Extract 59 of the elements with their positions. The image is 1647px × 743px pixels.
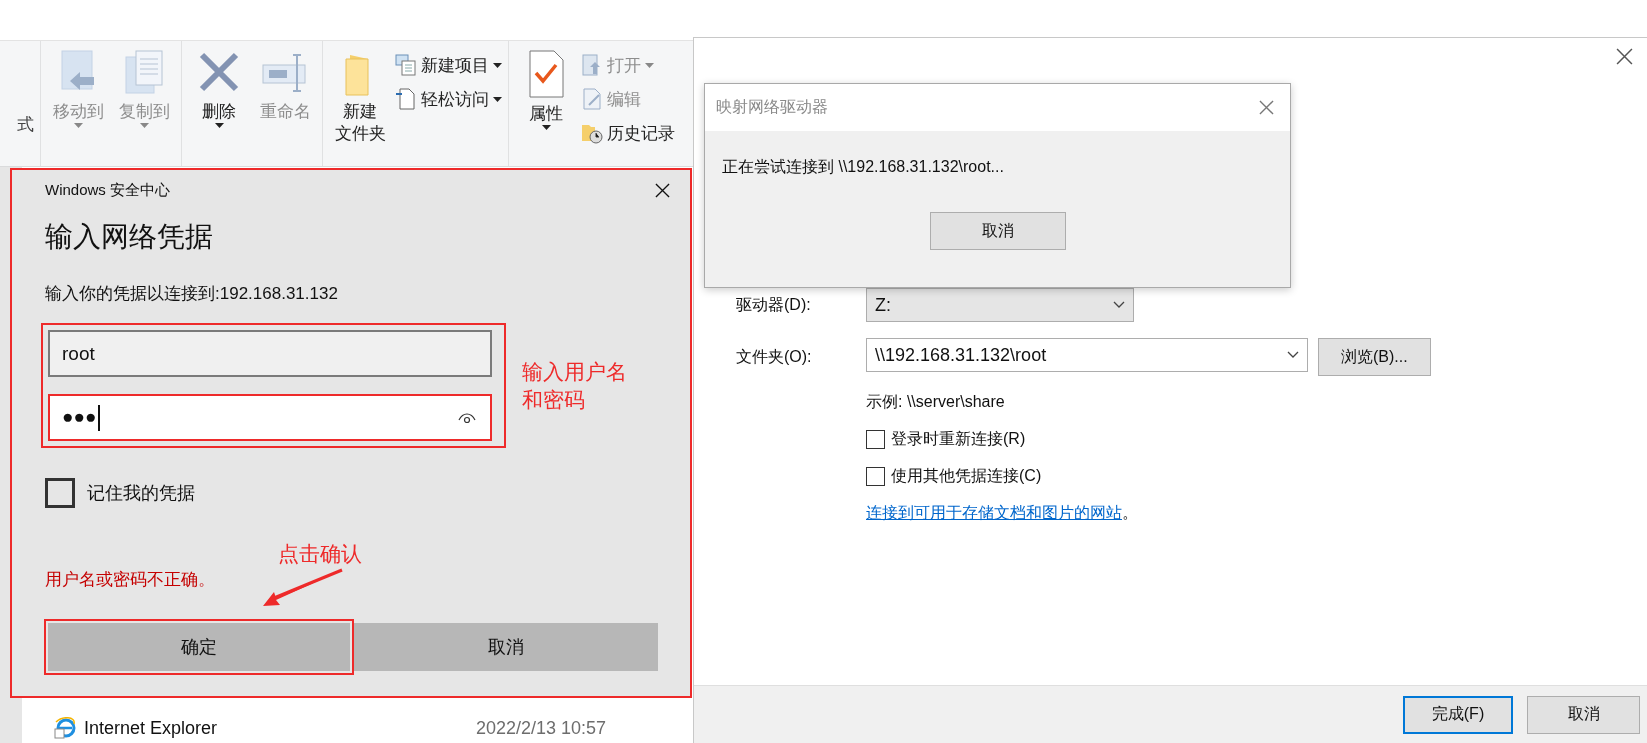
file-date: 2022/2/13 10:57 xyxy=(476,717,607,739)
drive-select[interactable]: Z: xyxy=(866,288,1134,322)
remember-checkbox[interactable]: 记住我的凭据 xyxy=(45,478,195,508)
copy-to-icon xyxy=(122,49,166,97)
browse-button[interactable]: 浏览(B)... xyxy=(1318,338,1431,376)
file-name[interactable]: Internet Explorer xyxy=(84,717,476,739)
edit-icon xyxy=(581,88,603,110)
ribbon-button[interactable]: 删除 xyxy=(188,49,250,128)
ribbon-button[interactable]: 属性 xyxy=(515,49,577,130)
dialog-button[interactable]: 取消 xyxy=(354,623,658,671)
chevron-icon xyxy=(1113,301,1125,309)
dialog-button[interactable]: 确定 xyxy=(48,623,350,671)
caret-icon xyxy=(493,96,502,102)
caret-icon xyxy=(645,62,654,68)
option-checkbox[interactable]: 使用其他凭据连接(C) xyxy=(866,466,1308,487)
history-icon xyxy=(581,122,603,144)
prompt-text: 输入你的凭据以连接到:192.168.31.132 xyxy=(45,283,339,305)
annotation-note: 和密码 xyxy=(522,386,585,413)
cancel-button[interactable]: 取消 xyxy=(929,212,1066,250)
password-field[interactable]: ●●● xyxy=(48,394,492,441)
close-icon[interactable] xyxy=(655,182,670,198)
chevron-icon xyxy=(1287,351,1299,359)
caret-icon xyxy=(73,123,83,128)
ribbon-button[interactable]: 新建项目 xyxy=(395,51,502,79)
ribbon-button[interactable]: 新建 文件夹 xyxy=(329,49,391,145)
folder-combobox[interactable]: \\192.168.31.132\root xyxy=(866,338,1308,372)
caret-icon xyxy=(493,62,502,68)
option-checkbox[interactable]: 登录时重新连接(R) xyxy=(866,429,1308,450)
folder-label: 文件夹(O): xyxy=(736,346,813,367)
wizard-button[interactable]: 取消 xyxy=(1527,695,1640,734)
new-item-icon xyxy=(395,54,417,76)
example-text: 示例: \\server\share xyxy=(866,392,1006,412)
dialog-title: Windows 安全中心 xyxy=(45,180,171,200)
checkmark-document-icon xyxy=(526,49,566,99)
link-punctuation: 。 xyxy=(1122,504,1138,521)
username-field[interactable]: root xyxy=(48,330,492,377)
checkbox[interactable] xyxy=(866,430,885,449)
websites-link[interactable]: 连接到可用于存储文档和图片的网站 xyxy=(866,504,1122,521)
document-icon xyxy=(395,88,417,110)
error-message: 用户名或密码不正确。 xyxy=(45,569,215,591)
close-icon[interactable] xyxy=(1616,48,1633,65)
annotation-note: 点击确认 xyxy=(278,541,362,567)
ribbon-button[interactable]: 轻松访问 xyxy=(395,85,502,113)
status-message: 正在尝试连接到 \\192.168.31.132\root... xyxy=(722,157,1005,177)
browser-icon xyxy=(54,717,76,739)
checkbox[interactable] xyxy=(866,467,885,486)
caret-icon xyxy=(139,123,149,128)
wizard-button[interactable]: 完成(F) xyxy=(1403,695,1513,734)
drive-label: 驱动器(D): xyxy=(736,294,812,315)
eye-icon[interactable] xyxy=(458,411,476,424)
caret-icon xyxy=(541,125,551,130)
checkbox[interactable] xyxy=(45,478,75,508)
annotation-note: 输入用户名 xyxy=(522,358,627,385)
ribbon-label: 式 xyxy=(16,114,35,136)
dialog-title: 映射网络驱动器 xyxy=(716,97,828,117)
dialog-heading: 输入网络凭据 xyxy=(45,220,214,254)
open-icon xyxy=(581,54,603,76)
caret-icon xyxy=(214,123,224,128)
ribbon-button[interactable]: 历史记录 xyxy=(581,119,675,147)
